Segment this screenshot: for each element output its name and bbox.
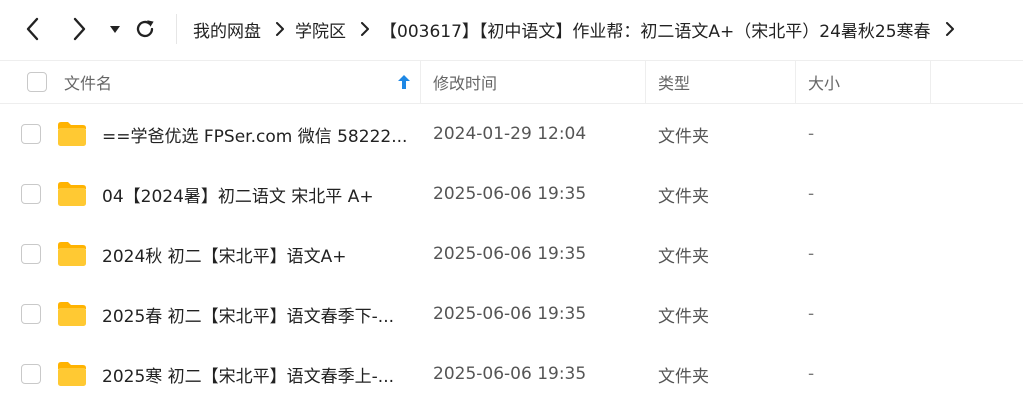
file-type: 文件夹 [658,186,709,207]
column-header-type[interactable]: 类型 [658,61,690,103]
forward-button[interactable] [64,14,94,44]
file-name[interactable]: 2025春 初二【宋北平】语文春季下-... [102,284,394,344]
row-checkbox[interactable] [21,244,41,264]
column-divider [645,61,646,103]
breadcrumb-item-current[interactable]: 【003617】【初中语文】作业帮：初二语文A+（宋北平）24暑秋25寒春 [380,17,931,42]
toolbar-divider [176,14,177,44]
file-type: 文件夹 [658,246,709,267]
table-row[interactable]: 2025春 初二【宋北平】语文春季下-... 2025-06-06 19:35 … [0,284,1023,344]
modified-time: 2025-06-06 19:35 [433,184,587,204]
column-divider [795,61,796,103]
file-name[interactable]: 2025寒 初二【宋北平】语文春季上-... [102,344,394,404]
breadcrumb-item-root[interactable]: 我的网盘 [193,17,261,42]
modified-time: 2025-06-06 19:35 [433,304,587,324]
breadcrumb: 我的网盘 学院区 【003617】【初中语文】作业帮：初二语文A+（宋北平）24… [193,16,965,42]
folder-icon [58,182,86,206]
file-name[interactable]: 2024秋 初二【宋北平】语文A+ [102,224,347,284]
select-all-checkbox[interactable] [27,72,47,92]
column-header-size[interactable]: 大小 [808,61,840,103]
column-header-name[interactable]: 文件名 [64,61,112,103]
folder-icon [58,362,86,386]
chevron-right-icon[interactable] [945,22,955,36]
table-header: 文件名 修改时间 类型 大小 [0,60,1023,104]
folder-icon [58,302,86,326]
file-size: - [808,364,815,384]
modified-time: 2024-01-29 12:04 [433,124,587,144]
caret-down-icon [110,26,120,33]
refresh-button[interactable] [130,14,160,44]
column-header-modified[interactable]: 修改时间 [433,61,497,103]
row-checkbox[interactable] [21,304,41,324]
back-button[interactable] [18,14,48,44]
table-row[interactable]: 04【2024暑】初二语文 宋北平 A+ 2025-06-06 19:35 文件… [0,164,1023,224]
column-divider [420,61,421,103]
file-type: 文件夹 [658,366,709,387]
row-checkbox[interactable] [21,364,41,384]
breadcrumb-item-academy[interactable]: 学院区 [295,17,346,42]
chevron-right-icon [73,17,86,41]
file-name[interactable]: ==学爸优选 FPSer.com 微信 58222... [102,104,407,164]
chevron-right-icon [275,22,285,36]
refresh-icon [136,20,154,38]
file-type: 文件夹 [658,126,709,147]
toolbar: 我的网盘 学院区 【003617】【初中语文】作业帮：初二语文A+（宋北平）24… [0,0,1023,58]
sort-arrow-up-icon[interactable] [398,61,410,103]
row-checkbox[interactable] [21,184,41,204]
file-size: - [808,304,815,324]
folder-icon [58,242,86,266]
modified-time: 2025-06-06 19:35 [433,244,587,264]
history-dropdown-button[interactable] [100,14,130,44]
file-size: - [808,244,815,264]
modified-time: 2025-06-06 19:35 [433,364,587,384]
table-row[interactable]: 2025寒 初二【宋北平】语文春季上-... 2025-06-06 19:35 … [0,344,1023,404]
file-size: - [808,124,815,144]
file-size: - [808,184,815,204]
column-divider [930,61,931,103]
file-name[interactable]: 04【2024暑】初二语文 宋北平 A+ [102,164,374,224]
row-checkbox[interactable] [21,124,41,144]
file-type: 文件夹 [658,306,709,327]
folder-icon [58,122,86,146]
table-row[interactable]: 2024秋 初二【宋北平】语文A+ 2025-06-06 19:35 文件夹 - [0,224,1023,284]
chevron-right-icon [360,22,370,36]
table-row[interactable]: ==学爸优选 FPSer.com 微信 58222... 2024-01-29 … [0,104,1023,164]
chevron-left-icon [26,17,39,41]
